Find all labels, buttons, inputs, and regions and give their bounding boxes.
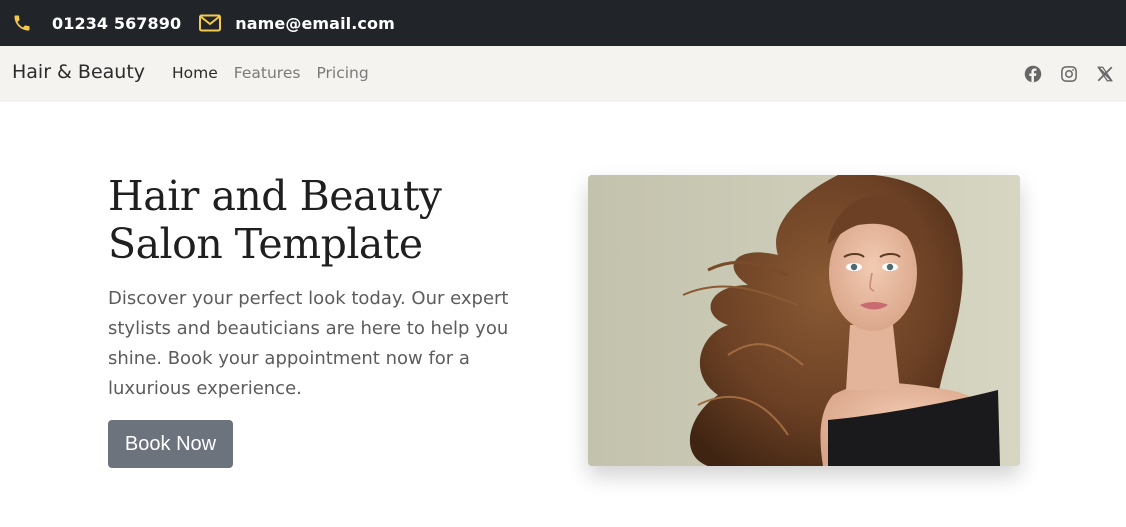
phone-number: 01234 567890 — [52, 13, 182, 33]
hero-title: Hair and Beauty Salon Template — [108, 172, 442, 268]
book-now-button[interactable]: Book Now — [108, 420, 233, 468]
instagram-icon[interactable] — [1060, 65, 1078, 83]
envelope-icon — [199, 14, 222, 32]
email-contact[interactable]: name@email.com — [199, 14, 395, 33]
nav-link-features[interactable]: Features — [234, 64, 301, 82]
nav-link-pricing[interactable]: Pricing — [316, 64, 368, 82]
email-address: name@email.com — [235, 13, 395, 33]
social-links — [1006, 65, 1114, 83]
main-navbar: Hair & Beauty Home Features Pricing — [0, 46, 1126, 102]
phone-contact[interactable]: 01234 567890 — [12, 13, 181, 33]
portrait-photo — [588, 175, 1020, 466]
hero-description: Discover your perfect look today. Our ex… — [108, 288, 509, 399]
hero-portrait-image — [588, 175, 1020, 466]
nav-links: Home Features Pricing — [172, 64, 385, 82]
top-contact-bar: 01234 567890 name@email.com — [0, 0, 1126, 46]
brand-logo-text[interactable]: Hair & Beauty — [12, 61, 145, 83]
facebook-icon[interactable] — [1024, 65, 1042, 83]
nav-link-home[interactable]: Home — [172, 64, 218, 82]
x-icon[interactable] — [1096, 65, 1114, 83]
phone-icon — [14, 15, 30, 31]
